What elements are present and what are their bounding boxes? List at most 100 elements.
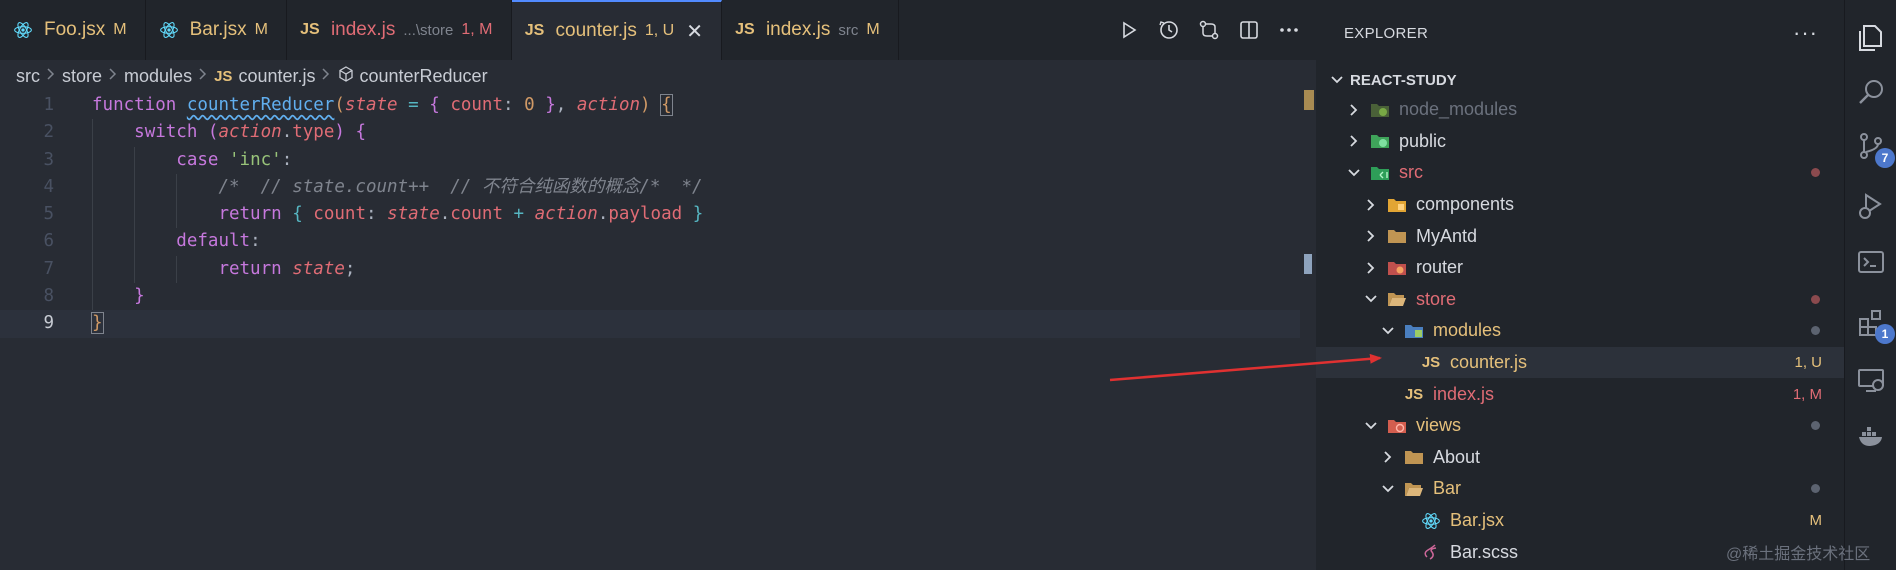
tree-item-bar-jsx[interactable]: Bar.jsx M <box>1316 505 1844 537</box>
extensions-icon[interactable]: 1 <box>1853 304 1895 344</box>
tree-item-components[interactable]: components <box>1316 189 1844 221</box>
public-folder-icon <box>1369 130 1391 152</box>
explorer-title: EXPLORER <box>1344 24 1429 42</box>
editor-scrollbar[interactable] <box>1300 88 1316 568</box>
tree-item-store[interactable]: store <box>1316 284 1844 316</box>
code-token: ) <box>334 122 345 143</box>
tab-label: index.js <box>330 19 396 40</box>
line-number: 5 <box>43 204 54 225</box>
code-token: case <box>176 149 219 170</box>
code-line: 6 default: <box>0 228 1300 256</box>
tree-item-src[interactable]: src <box>1316 157 1844 189</box>
tab-counter-js[interactable]: JS counter.js 1, U ✕ <box>511 0 722 60</box>
code-token: return <box>218 258 282 279</box>
tab-status: 1, M <box>461 21 493 38</box>
tab-Foo-jsx[interactable]: Foo.jsx M <box>0 0 146 60</box>
line-number: 6 <box>43 231 54 252</box>
tab-index-js-store[interactable]: JS index.js ...\store 1, M <box>287 0 512 60</box>
code-token: count <box>450 204 503 225</box>
more-actions-icon[interactable]: ··· <box>1793 20 1818 46</box>
activity-badge: 1 <box>1875 324 1895 344</box>
scrollbar-marker-modified <box>1304 90 1314 110</box>
code-token: . <box>439 204 451 225</box>
tree-item-label: router <box>1416 257 1464 278</box>
tree-item-about[interactable]: About <box>1316 442 1844 474</box>
tree-item-modules[interactable]: modules <box>1316 315 1844 347</box>
line-content: } <box>92 283 145 310</box>
code-token: counterReducer <box>186 95 335 115</box>
code-token: + <box>513 204 525 225</box>
js-icon-label: JS <box>524 22 545 39</box>
code-token: { <box>355 122 367 143</box>
close-icon[interactable]: ✕ <box>686 19 703 44</box>
code-token: payload <box>608 204 683 225</box>
chevron-down-icon <box>1360 419 1382 433</box>
tree-item-bar[interactable]: Bar <box>1316 473 1844 505</box>
code-token: : <box>281 149 293 170</box>
line-content: return state; <box>92 256 355 283</box>
remote-explorer-icon[interactable] <box>1853 362 1889 398</box>
line-content: return { count: state.count + action.pay… <box>92 201 703 228</box>
split-editor-icon[interactable] <box>1236 17 1262 43</box>
tab-status: 1, U <box>644 22 675 39</box>
js-file-icon: JS <box>1420 352 1442 374</box>
files-icon[interactable] <box>1853 20 1889 56</box>
breadcrumb-item-modules[interactable]: modules <box>124 66 192 87</box>
explorer-sidebar: EXPLORER ··· REACT-STUDY node_modulespub… <box>1316 0 1844 570</box>
docker-icon[interactable] <box>1853 418 1889 454</box>
file-tree: node_modulespublic src components MyAntd rou… <box>1316 94 1844 568</box>
js-icon-label: JS <box>735 21 755 38</box>
tree-item-myantd[interactable]: MyAntd <box>1316 220 1844 252</box>
search-icon[interactable] <box>1853 74 1889 110</box>
code-token: ; <box>344 258 356 279</box>
source-control-icon[interactable]: 7 <box>1853 128 1895 168</box>
workspace-header[interactable]: REACT-STUDY <box>1316 66 1844 94</box>
breadcrumb-item-store[interactable]: store <box>62 66 102 87</box>
code-token: } <box>134 286 145 307</box>
store-folder-icon <box>1386 288 1408 310</box>
tree-item-node_modules[interactable]: node_modules <box>1316 94 1844 126</box>
tree-item-label: index.js <box>1433 383 1495 404</box>
tab-Bar-jsx[interactable]: Bar.jsx M <box>146 0 287 60</box>
code-editor[interactable]: 1 function counterReducer(state = { count… <box>0 92 1300 338</box>
terminal-icon[interactable] <box>1853 244 1889 280</box>
code-token: return <box>218 204 282 225</box>
tab-index-js-src[interactable]: JS index.js src M <box>722 0 899 60</box>
run-icon[interactable] <box>1116 17 1142 43</box>
folder-open-icon <box>1403 478 1425 500</box>
tree-item-label: public <box>1399 130 1447 151</box>
code-line: 5 return { count: state.count + action.p… <box>0 201 1300 229</box>
run-debug-icon[interactable] <box>1853 188 1889 224</box>
line-number: 4 <box>43 176 54 197</box>
line-number: 2 <box>43 122 54 143</box>
react-icon <box>1420 510 1442 532</box>
code-token: count <box>313 204 366 225</box>
tree-item-label: Bar.scss <box>1450 541 1519 562</box>
chevron-right-icon <box>1343 134 1365 148</box>
breadcrumb-symbol[interactable]: counterReducer <box>337 65 488 88</box>
git-status-badge: 1, M <box>1792 385 1822 403</box>
tree-item-public[interactable]: public <box>1316 126 1844 158</box>
breadcrumb-file[interactable]: JS counter.js <box>214 66 315 87</box>
timeline-icon[interactable] <box>1156 17 1182 43</box>
tree-item-label: modules <box>1433 320 1502 341</box>
breadcrumb-symbol-label: counterReducer <box>359 65 488 86</box>
workspace-name: REACT-STUDY <box>1350 71 1457 89</box>
modules-folder-icon <box>1403 320 1425 342</box>
more-actions-icon[interactable] <box>1276 17 1302 43</box>
editor-actions <box>1116 0 1302 60</box>
js-file-icon: JS <box>1403 383 1425 405</box>
compare-changes-icon[interactable] <box>1196 17 1222 43</box>
tree-item-index-js[interactable]: JS index.js 1, M <box>1316 378 1844 410</box>
tree-item-counter-js[interactable]: JS counter.js 1, U <box>1316 346 1844 379</box>
code-token: action <box>576 95 641 115</box>
breadcrumb-item-src[interactable]: src <box>16 66 40 87</box>
tree-item-views[interactable]: views <box>1316 410 1844 442</box>
tree-item-router[interactable]: router <box>1316 252 1844 284</box>
